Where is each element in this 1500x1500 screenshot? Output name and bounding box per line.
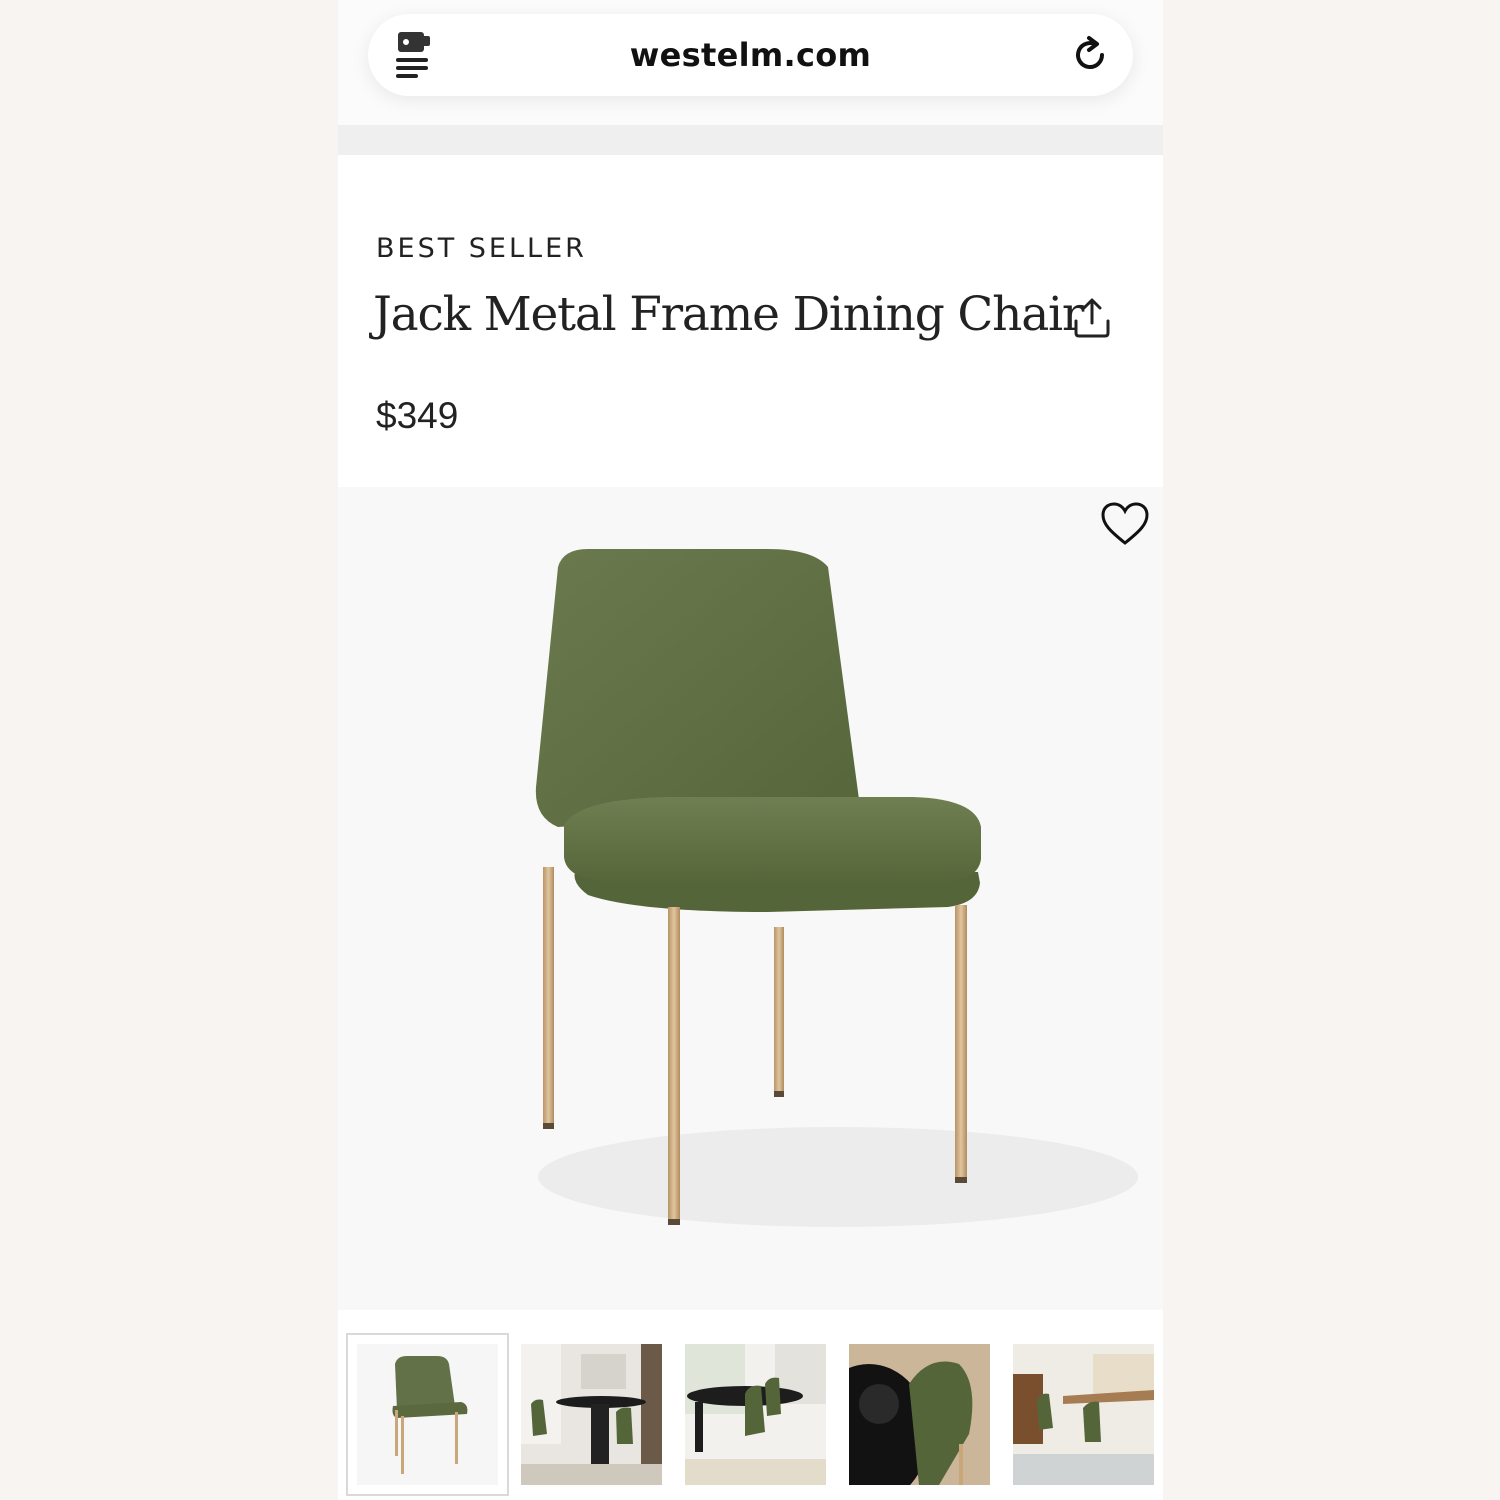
reload-icon[interactable] <box>1069 34 1111 76</box>
thumbnail-1[interactable] <box>346 1333 509 1496</box>
product-header: BEST SELLER Jack Metal Frame Dining Chai… <box>338 155 1163 487</box>
thumbnail-4[interactable] <box>849 1344 990 1485</box>
thumbnail-strip <box>338 1310 1163 1500</box>
product-price: $349 <box>376 395 459 436</box>
url-text[interactable]: westelm.com <box>368 36 1133 74</box>
heart-icon[interactable] <box>1100 501 1150 547</box>
browser-chrome: westelm.com <box>338 0 1163 125</box>
best-seller-badge: BEST SELLER <box>376 233 587 264</box>
share-icon[interactable] <box>1072 297 1112 339</box>
product-title: Jack Metal Frame Dining Chair <box>373 287 1084 342</box>
product-image[interactable] <box>338 487 1163 1310</box>
chair-photo <box>535 549 1138 1227</box>
address-bar[interactable]: westelm.com <box>368 14 1133 96</box>
divider-band <box>338 125 1163 155</box>
thumbnail-3[interactable] <box>685 1344 826 1485</box>
thumbnail-5[interactable] <box>1013 1344 1154 1485</box>
thumbnail-2[interactable] <box>521 1344 662 1485</box>
phone-screen: westelm.com BEST SELLER Jack Metal Frame… <box>338 0 1163 1500</box>
